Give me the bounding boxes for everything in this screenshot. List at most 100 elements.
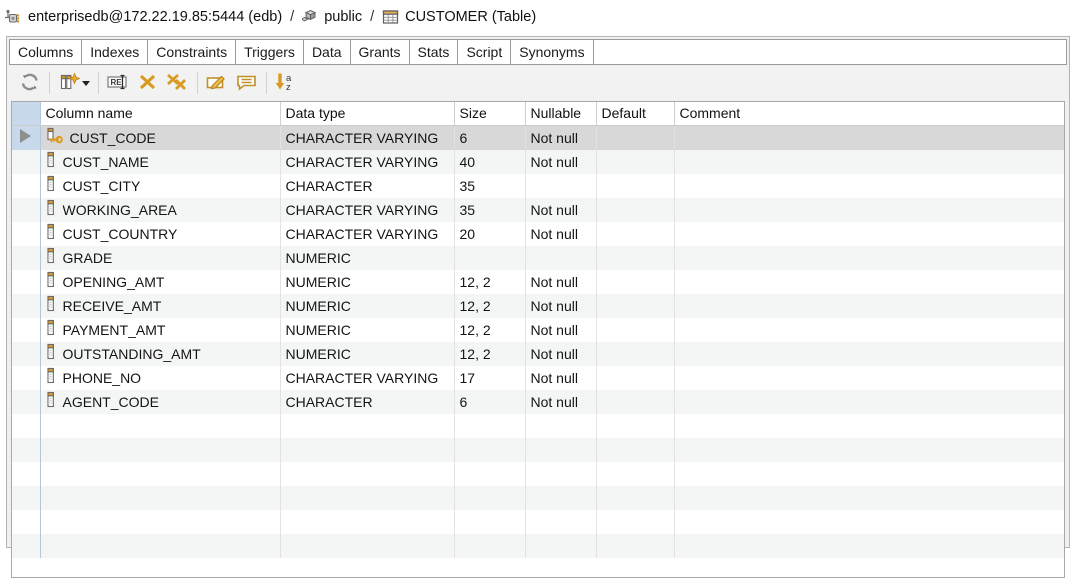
row-marker-cell[interactable] bbox=[12, 150, 40, 174]
cell-comment[interactable] bbox=[674, 294, 1064, 318]
new-column-button[interactable] bbox=[54, 69, 94, 97]
row-marker-cell[interactable] bbox=[12, 366, 40, 390]
cell-size[interactable]: 35 bbox=[454, 198, 525, 222]
cell-size[interactable]: 20 bbox=[454, 222, 525, 246]
row-marker-cell[interactable] bbox=[12, 390, 40, 414]
cell-comment[interactable] bbox=[674, 366, 1064, 390]
row-marker-cell[interactable] bbox=[12, 270, 40, 294]
breadcrumb-schema[interactable]: public bbox=[302, 9, 362, 25]
cell-data-type[interactable]: CHARACTER VARYING bbox=[280, 222, 454, 246]
cell-nullable[interactable]: Not null bbox=[525, 294, 596, 318]
table-row[interactable]: CUST_COUNTRYCHARACTER VARYING20Not null bbox=[12, 222, 1064, 246]
cell-nullable[interactable]: Not null bbox=[525, 390, 596, 414]
empty-row[interactable] bbox=[12, 534, 1064, 558]
cell-data-type[interactable]: CHARACTER VARYING bbox=[280, 150, 454, 174]
cell-default[interactable] bbox=[596, 125, 674, 150]
empty-row[interactable] bbox=[12, 462, 1064, 486]
cell-data-type[interactable]: NUMERIC bbox=[280, 270, 454, 294]
row-marker-cell[interactable] bbox=[12, 294, 40, 318]
row-marker-cell[interactable] bbox=[12, 198, 40, 222]
tab-grants[interactable]: Grants bbox=[351, 40, 410, 64]
cell-column-name[interactable]: OUTSTANDING_AMT bbox=[40, 342, 280, 366]
tab-constraints[interactable]: Constraints bbox=[148, 40, 236, 64]
header-data-type[interactable]: Data type bbox=[280, 102, 454, 125]
cell-comment[interactable] bbox=[674, 270, 1064, 294]
cell-data-type[interactable]: CHARACTER VARYING bbox=[280, 198, 454, 222]
table-row[interactable]: WORKING_AREACHARACTER VARYING35Not null bbox=[12, 198, 1064, 222]
table-row[interactable]: PAYMENT_AMTNUMERIC12, 2Not null bbox=[12, 318, 1064, 342]
row-marker-cell[interactable] bbox=[12, 246, 40, 270]
cell-nullable[interactable] bbox=[525, 246, 596, 270]
cell-default[interactable] bbox=[596, 294, 674, 318]
tab-triggers[interactable]: Triggers bbox=[236, 40, 304, 64]
cell-size[interactable]: 12, 2 bbox=[454, 270, 525, 294]
cell-comment[interactable] bbox=[674, 246, 1064, 270]
cell-size[interactable]: 17 bbox=[454, 366, 525, 390]
row-marker-cell[interactable] bbox=[12, 342, 40, 366]
cell-data-type[interactable]: NUMERIC bbox=[280, 294, 454, 318]
cell-nullable[interactable]: Not null bbox=[525, 366, 596, 390]
refresh-button[interactable] bbox=[15, 69, 45, 97]
cell-comment[interactable] bbox=[674, 318, 1064, 342]
delete-column-button[interactable] bbox=[133, 69, 163, 97]
cell-column-name[interactable]: RECEIVE_AMT bbox=[40, 294, 280, 318]
cell-data-type[interactable]: NUMERIC bbox=[280, 318, 454, 342]
cell-comment[interactable] bbox=[674, 198, 1064, 222]
cell-comment[interactable] bbox=[674, 390, 1064, 414]
cell-data-type[interactable]: CHARACTER bbox=[280, 390, 454, 414]
cell-column-name[interactable]: PHONE_NO bbox=[40, 366, 280, 390]
chevron-down-icon[interactable] bbox=[82, 81, 90, 86]
table-row[interactable]: GRADENUMERIC bbox=[12, 246, 1064, 270]
cell-comment[interactable] bbox=[674, 125, 1064, 150]
table-row[interactable]: CUST_CITYCHARACTER35 bbox=[12, 174, 1064, 198]
cell-default[interactable] bbox=[596, 198, 674, 222]
cell-nullable[interactable]: Not null bbox=[525, 342, 596, 366]
cell-data-type[interactable]: CHARACTER bbox=[280, 174, 454, 198]
tab-indexes[interactable]: Indexes bbox=[82, 40, 148, 64]
cell-default[interactable] bbox=[596, 342, 674, 366]
table-row[interactable]: RECEIVE_AMTNUMERIC12, 2Not null bbox=[12, 294, 1064, 318]
tab-stats[interactable]: Stats bbox=[410, 40, 459, 64]
tab-script[interactable]: Script bbox=[458, 40, 511, 64]
cell-column-name[interactable]: CUST_CITY bbox=[40, 174, 280, 198]
breadcrumb-table[interactable]: CUSTOMER (Table) bbox=[382, 9, 536, 25]
cell-default[interactable] bbox=[596, 174, 674, 198]
cell-column-name[interactable]: AGENT_CODE bbox=[40, 390, 280, 414]
cell-nullable[interactable]: Not null bbox=[525, 318, 596, 342]
header-column-name[interactable]: Column name bbox=[40, 102, 280, 125]
cell-data-type[interactable]: CHARACTER VARYING bbox=[280, 366, 454, 390]
row-marker-cell[interactable] bbox=[12, 174, 40, 198]
table-row[interactable]: CUST_NAMECHARACTER VARYING40Not null bbox=[12, 150, 1064, 174]
cell-column-name[interactable]: OPENING_AMT bbox=[40, 270, 280, 294]
table-row[interactable]: CUST_CODECHARACTER VARYING6Not null bbox=[12, 125, 1064, 150]
cell-column-name[interactable]: CUST_CODE bbox=[40, 125, 280, 150]
cell-column-name[interactable]: PAYMENT_AMT bbox=[40, 318, 280, 342]
header-nullable[interactable]: Nullable bbox=[525, 102, 596, 125]
cell-default[interactable] bbox=[596, 150, 674, 174]
empty-row[interactable] bbox=[12, 486, 1064, 510]
rename-column-button[interactable]: RE bbox=[103, 69, 133, 97]
empty-row[interactable] bbox=[12, 510, 1064, 534]
table-row[interactable]: AGENT_CODECHARACTER6Not null bbox=[12, 390, 1064, 414]
cell-default[interactable] bbox=[596, 246, 674, 270]
table-row[interactable]: PHONE_NOCHARACTER VARYING17Not null bbox=[12, 366, 1064, 390]
empty-row[interactable] bbox=[12, 414, 1064, 438]
row-marker-cell[interactable] bbox=[12, 222, 40, 246]
cell-default[interactable] bbox=[596, 318, 674, 342]
cell-default[interactable] bbox=[596, 270, 674, 294]
cell-comment[interactable] bbox=[674, 222, 1064, 246]
cell-size[interactable]: 6 bbox=[454, 390, 525, 414]
header-default[interactable]: Default bbox=[596, 102, 674, 125]
cell-column-name[interactable]: GRADE bbox=[40, 246, 280, 270]
tab-data[interactable]: Data bbox=[304, 40, 351, 64]
cell-nullable[interactable]: Not null bbox=[525, 270, 596, 294]
cell-size[interactable]: 6 bbox=[454, 125, 525, 150]
cell-column-name[interactable]: CUST_NAME bbox=[40, 150, 280, 174]
tab-columns[interactable]: Columns bbox=[10, 40, 82, 64]
comment-button[interactable] bbox=[232, 69, 262, 97]
empty-row[interactable] bbox=[12, 438, 1064, 462]
breadcrumb-server[interactable]: enterprisedb@172.22.19.85:5444 (edb) bbox=[4, 9, 282, 26]
cell-default[interactable] bbox=[596, 222, 674, 246]
header-comment[interactable]: Comment bbox=[674, 102, 1064, 125]
cell-comment[interactable] bbox=[674, 342, 1064, 366]
